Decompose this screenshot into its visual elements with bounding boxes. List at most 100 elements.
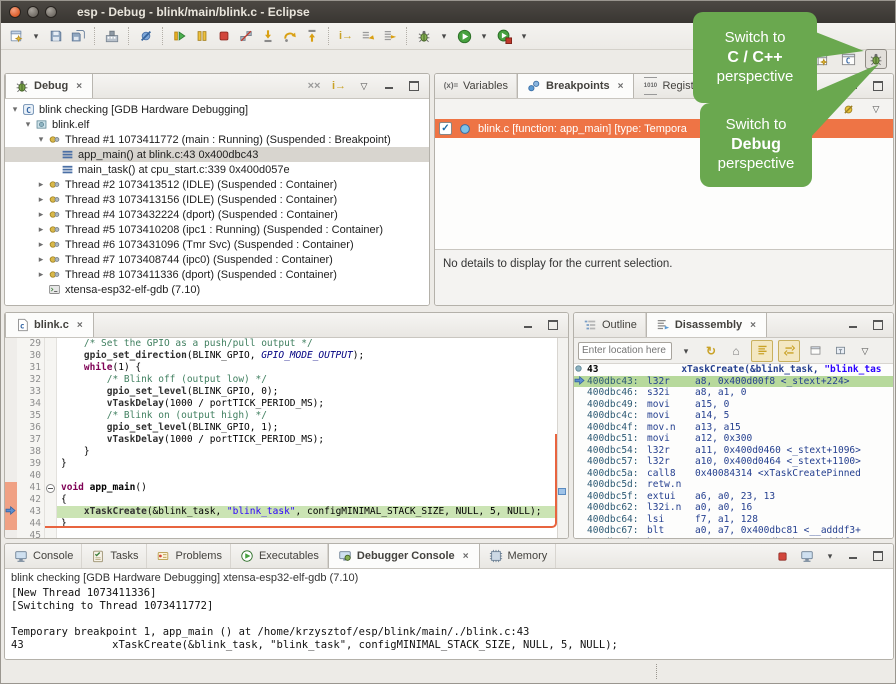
disassembly-line[interactable]: 400dbc4c:movia14, 5 — [574, 410, 893, 422]
build-button[interactable] — [102, 25, 122, 47]
tab-disassembly[interactable]: Disassembly× — [646, 313, 767, 337]
save-button[interactable] — [46, 25, 66, 47]
disassembly-line[interactable]: 400dbc5f:extuia6, a0, 23, 13 — [574, 491, 893, 503]
debug-button[interactable] — [414, 25, 434, 47]
location-input[interactable] — [578, 342, 672, 360]
c-cpp-perspective-button[interactable]: C — [837, 49, 859, 69]
disassembly-line[interactable]: 400dbc64:lsif7, a1, 128 — [574, 514, 893, 526]
disassembly-line[interactable]: 400dbc62:l32i.na0, a0, 16 — [574, 502, 893, 514]
show-source-toggle-button[interactable] — [751, 340, 773, 362]
sync-active-context-button[interactable] — [778, 340, 800, 362]
tab-memory[interactable]: Memory — [480, 544, 557, 568]
close-icon[interactable]: × — [748, 319, 758, 332]
disassembly-line[interactable]: 400dbc5a:call80x40084314 <xTaskCreatePin… — [574, 468, 893, 480]
code-area[interactable]: 29 /* Set the GPIO as a push/pull output… — [5, 338, 568, 538]
skip-breakpoints-button[interactable] — [136, 25, 156, 47]
editor-body[interactable]: 29 /* Set the GPIO as a push/pull output… — [5, 338, 568, 538]
tab-blink-c[interactable]: cblink.c× — [5, 313, 94, 337]
disassembly-source-line[interactable]: 43 xTaskCreate(&blink_task, "blink_tas — [574, 364, 893, 376]
minimize-button[interactable] — [843, 547, 863, 565]
disassembly-line[interactable]: 400dbc54:l32ra11, 0x400d0460 <_stext+109… — [574, 445, 893, 457]
view-menu-button[interactable]: ▽ — [354, 77, 374, 95]
step-return-button[interactable] — [302, 25, 322, 47]
debug-tree-item[interactable]: app_main() at blink.c:43 0x400dbc43 — [5, 147, 429, 162]
disassembly-line[interactable]: 400dbc67:blta0, a7, 0x400dbc81 <__adddf3… — [574, 525, 893, 537]
home-button[interactable]: ⌂ — [726, 340, 746, 362]
code-line[interactable]: 44} — [5, 518, 568, 530]
expander-open-icon[interactable]: ▾ — [35, 134, 47, 145]
debug-tree-item[interactable]: ▾Thread #1 1073411772 (main : Running) (… — [5, 132, 429, 147]
code-line[interactable]: 36 gpio_set_level(BLINK_GPIO, 1); — [5, 422, 568, 434]
instruction-stepping-toggle-button[interactable]: i→ — [329, 77, 349, 95]
expander-closed-icon[interactable]: ▸ — [35, 224, 47, 235]
minimize-button[interactable] — [518, 316, 538, 334]
minimize-button[interactable] — [379, 77, 399, 95]
code-line[interactable]: 35 /* Blink on (output high) */ — [5, 410, 568, 422]
refresh-button[interactable]: ↻ — [701, 340, 721, 362]
new-wizard-button[interactable] — [6, 25, 26, 47]
code-line[interactable]: 33 gpio_set_level(BLINK_GPIO, 0); — [5, 386, 568, 398]
disassembly-line[interactable]: 400dbc49:movia15, 0 — [574, 399, 893, 411]
debug-perspective-button[interactable] — [865, 49, 887, 69]
fold-marker[interactable] — [45, 482, 57, 494]
expander-open-icon[interactable]: ▾ — [9, 104, 21, 115]
debug-tree-item[interactable]: ▾Cblink checking [GDB Hardware Debugging… — [5, 102, 429, 117]
pin-view-button[interactable] — [830, 340, 850, 362]
combo-dropdown-button[interactable]: ▾ — [676, 340, 696, 362]
code-line[interactable]: 38 } — [5, 446, 568, 458]
console-body[interactable]: blink checking [GDB Hardware Debugging] … — [5, 569, 893, 659]
debug-tree-item[interactable]: ▸Thread #2 1073413512 (IDLE) (Suspended … — [5, 177, 429, 192]
expander-open-icon[interactable]: ▾ — [22, 119, 34, 130]
close-icon[interactable]: × — [616, 80, 626, 93]
code-line[interactable]: 45 — [5, 530, 568, 538]
tab-executables[interactable]: Executables — [231, 544, 328, 568]
step-into-button[interactable] — [258, 25, 278, 47]
minimize-button[interactable] — [843, 316, 863, 334]
run-button[interactable] — [454, 25, 474, 47]
terminate-console-button[interactable] — [772, 547, 792, 565]
go-to-file-for-breakpoint-button[interactable] — [810, 98, 830, 120]
dropdown-arrow-button[interactable]: ▾ — [28, 25, 44, 47]
close-icon[interactable]: × — [75, 319, 85, 332]
debug-tree-item[interactable]: ▸Thread #8 1073411336 (dport) (Suspended… — [5, 267, 429, 282]
code-line[interactable]: 39} — [5, 458, 568, 470]
dropdown-arrow-button[interactable]: ▾ — [822, 547, 838, 565]
tab-variables[interactable]: (x)=Variables — [435, 74, 517, 98]
tab-breakpoints[interactable]: Breakpoints× — [517, 74, 634, 98]
window-close-button[interactable] — [9, 6, 21, 18]
dropdown-arrow-button[interactable]: ▾ — [436, 25, 452, 47]
skip-all-breakpoints-button[interactable] — [838, 98, 858, 120]
maximize-button[interactable] — [543, 316, 563, 334]
debug-tree-item[interactable]: main_task() at cpu_start.c:339 0x400d057… — [5, 162, 429, 177]
maximize-button[interactable] — [404, 77, 424, 95]
new-disassembly-view-button[interactable] — [805, 340, 825, 362]
code-line[interactable]: 30 gpio_set_direction(BLINK_GPIO, GPIO_M… — [5, 350, 568, 362]
code-line[interactable]: 32 /* Blink off (output low) */ — [5, 374, 568, 386]
tab-outline[interactable]: Outline — [574, 313, 646, 337]
disassembly-line[interactable]: 400dbc57:l32ra10, 0x400d0464 <_stext+110… — [574, 456, 893, 468]
tab-debugger-console[interactable]: Debugger Console× — [328, 544, 480, 568]
close-icon[interactable]: × — [461, 550, 471, 563]
instruction-stepping-button[interactable]: i→ — [336, 25, 356, 47]
dropdown-arrow-button[interactable]: ▾ — [476, 25, 492, 47]
remove-all-terminated-button[interactable]: ×× — [304, 77, 324, 95]
expander-closed-icon[interactable]: ▸ — [35, 179, 47, 190]
debug-tree-item[interactable]: ▸Thread #3 1073413156 (IDLE) (Suspended … — [5, 192, 429, 207]
step-mode-button[interactable] — [380, 25, 400, 47]
code-line[interactable]: 43 xTaskCreate(&blink_task, "blink_task"… — [5, 506, 568, 518]
code-line[interactable]: 41void app_main() — [5, 482, 568, 494]
debug-tree-item[interactable]: ▸Thread #5 1073410208 (ipc1 : Running) (… — [5, 222, 429, 237]
tab-problems[interactable]: Problems — [147, 544, 230, 568]
suspend-button[interactable] — [192, 25, 212, 47]
view-menu-button[interactable]: ▽ — [855, 340, 875, 362]
close-icon[interactable]: × — [74, 80, 84, 93]
debug-tree-item[interactable]: ▸Thread #7 1073408744 (ipc0) (Suspended … — [5, 252, 429, 267]
overview-ruler[interactable] — [557, 338, 568, 538]
disassembly-line[interactable]: 400dbc43:l32ra8, 0x400d00f8 <_stext+224> — [574, 376, 893, 388]
disconnect-button[interactable] — [236, 25, 256, 47]
code-line[interactable]: 34 vTaskDelay(1000 / portTICK_PERIOD_MS)… — [5, 398, 568, 410]
code-line[interactable]: 40 — [5, 470, 568, 482]
tab-debug[interactable]: Debug× — [5, 74, 93, 98]
display-selected-console-button[interactable] — [797, 547, 817, 565]
tab-tasks[interactable]: Tasks — [82, 544, 147, 568]
